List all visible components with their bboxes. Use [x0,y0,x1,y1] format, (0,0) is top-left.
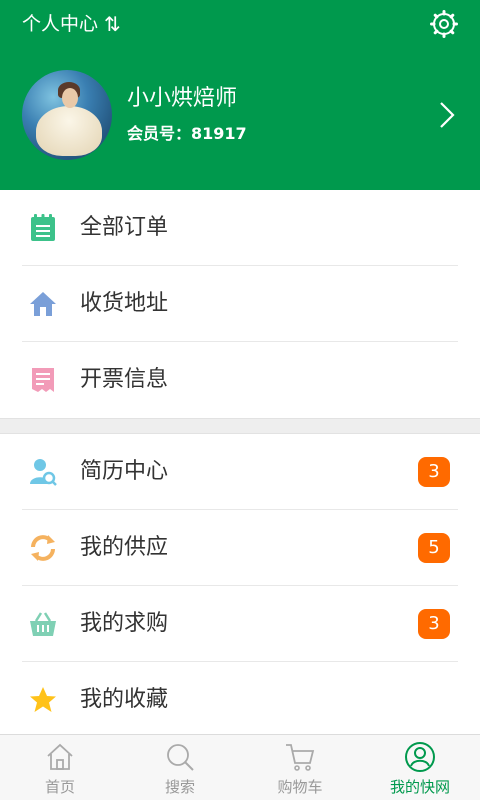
gear-icon[interactable] [430,10,458,38]
tab-search[interactable]: 搜索 [120,735,240,800]
page-title: 个人中心 ⇅ [22,10,121,38]
menu-item-shipping-address[interactable]: 收货地址 [0,266,480,342]
menu-label: 开票信息 [80,367,169,392]
menu-label: 全部订单 [80,215,169,240]
menu-item-my-purchase[interactable]: 我的求购 3 [0,586,480,662]
menu-group-orders: 全部订单 收货地址 开票信息 [0,190,480,418]
menu-label: 收货地址 [80,291,169,316]
user-circle-icon [405,742,435,772]
member-number: 81917 [191,124,247,143]
count-badge: 5 [418,533,450,563]
refresh-arrows-icon [31,535,55,561]
home-icon [30,292,56,316]
member-id: 会员号：81917 [127,122,247,146]
tab-cart[interactable]: 购物车 [240,735,360,800]
profile-header: 个人中心 ⇅ 小小烘焙师 会员号：81917 [0,0,480,190]
menu-item-all-orders[interactable]: 全部订单 [0,190,480,266]
tab-home[interactable]: 首页 [0,735,120,800]
count-badge: 3 [418,457,450,487]
tab-label: 购物车 [277,778,323,796]
avatar[interactable] [22,70,112,160]
tab-label: 搜索 [164,778,195,796]
member-label: 会员号： [127,124,192,143]
order-list-icon [31,214,55,241]
search-icon [167,744,194,771]
basket-icon [30,612,56,636]
home-outline-icon [47,743,73,770]
chevron-right-icon[interactable] [438,100,456,130]
section-divider [0,418,480,434]
tab-label: 首页 [44,778,75,796]
star-icon [30,687,56,712]
menu-item-my-favorites[interactable]: 我的收藏 [0,662,480,738]
tab-my-account[interactable]: 我的快网 [360,735,480,800]
bottom-tab-bar: 首页 搜索 购物车 我的快网 [0,734,480,800]
menu-item-resume-center[interactable]: 简历中心 3 [0,434,480,510]
menu-label: 简历中心 [80,459,169,484]
menu-label: 我的供应 [80,535,169,560]
swap-icon[interactable]: ⇅ [104,10,121,38]
menu-item-my-supply[interactable]: 我的供应 5 [0,510,480,586]
username: 小小烘焙师 [127,86,238,111]
menu-label: 我的收藏 [80,687,169,712]
cart-icon [286,744,315,771]
menu-label: 我的求购 [80,611,169,636]
invoice-icon [32,368,54,392]
menu-item-invoice-info[interactable]: 开票信息 [0,342,480,418]
count-badge: 3 [418,609,450,639]
resume-user-search-icon [30,459,57,486]
menu-group-services: 简历中心 3 我的供应 5 我的求购 3 我的收藏 [0,434,480,738]
page-title-text: 个人中心 [22,13,99,35]
tab-label: 我的快网 [389,778,450,796]
